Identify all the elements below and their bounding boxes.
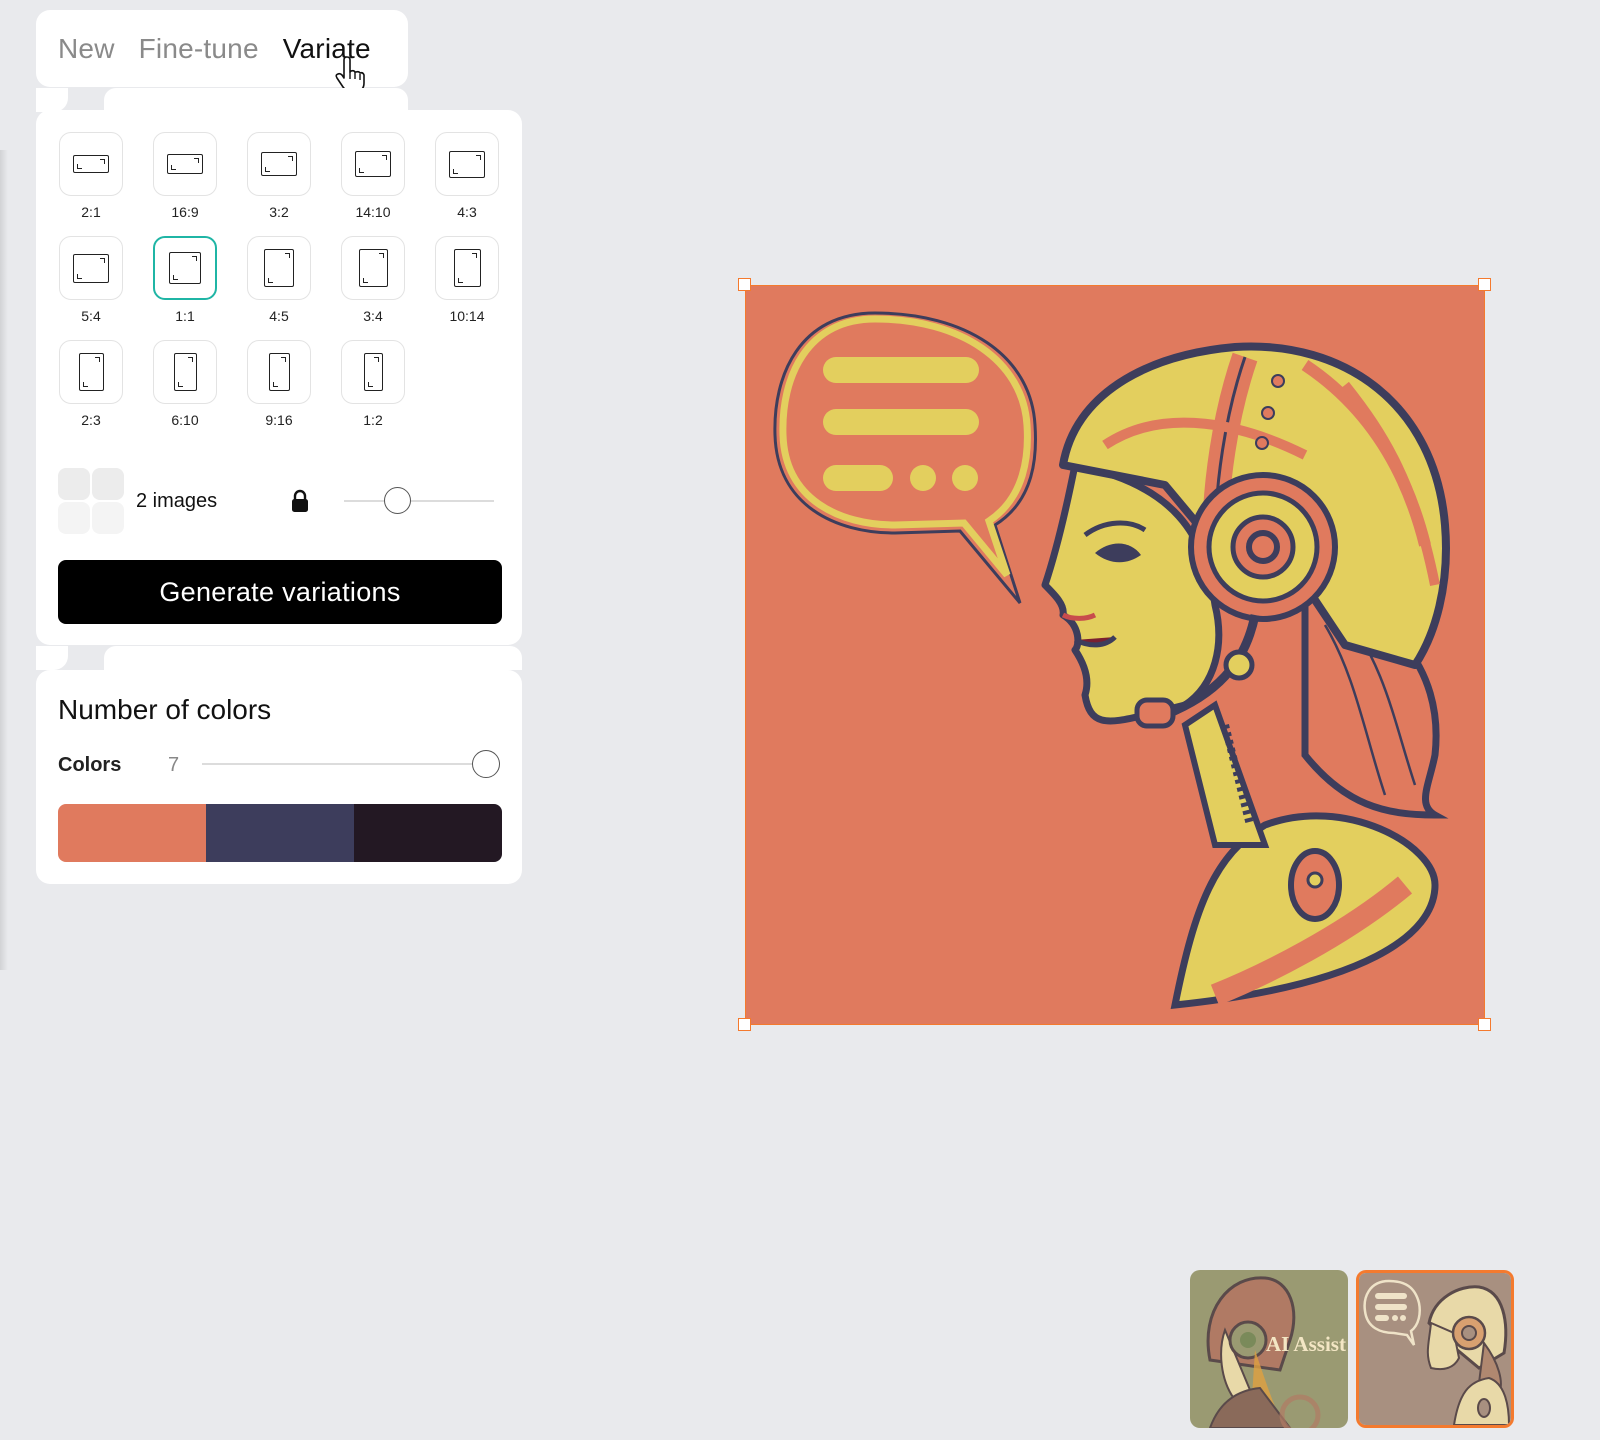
- image-count-row: 2 images: [58, 468, 500, 534]
- aspect-ratio-icon: [169, 252, 201, 284]
- aspect-ratio-label: 2:3: [81, 412, 101, 428]
- aspect-ratio-label: 4:3: [457, 204, 477, 220]
- aspect-ratio-option[interactable]: 10:14: [434, 236, 500, 326]
- aspect-ratio-icon: [449, 150, 485, 178]
- aspect-ratio-option[interactable]: 3:4: [340, 236, 406, 326]
- aspect-ratio-button[interactable]: [59, 340, 123, 404]
- aspect-ratio-icon: [363, 353, 383, 391]
- aspect-ratio-icon: [173, 353, 197, 391]
- generate-variations-button[interactable]: Generate variations: [58, 560, 502, 624]
- color-swatch[interactable]: [354, 804, 502, 862]
- tab-new[interactable]: New: [58, 33, 115, 65]
- aspect-ratio-label: 3:2: [269, 204, 289, 220]
- aspect-ratio-label: 16:9: [171, 204, 199, 220]
- aspect-ratio-grid: 2:1 16:9 3:2 14:10 4:3 5:4 1:1 4:5 3:4 10:14 2:3 6:…: [58, 132, 500, 430]
- aspect-ratio-button[interactable]: [435, 236, 499, 300]
- aspect-ratio-button[interactable]: [435, 132, 499, 196]
- aspect-ratio-label: 3:4: [363, 308, 383, 324]
- aspect-ratio-option[interactable]: 3:2: [246, 132, 312, 222]
- lock-icon[interactable]: [290, 489, 310, 513]
- aspect-ratio-button[interactable]: [341, 236, 405, 300]
- aspect-ratio-label: 6:10: [171, 412, 199, 428]
- aspect-ratio-label: 5:4: [81, 308, 101, 324]
- aspect-ratio-icon: [358, 249, 388, 287]
- image-count-slider-track[interactable]: [344, 500, 494, 502]
- pointer-cursor-icon: [335, 56, 365, 92]
- canvas-image[interactable]: [738, 278, 1491, 1031]
- resize-handle-bottom-right[interactable]: [1478, 1018, 1491, 1031]
- resize-handle-top-right[interactable]: [1478, 278, 1491, 291]
- thumbnail-illustration: [1359, 1273, 1511, 1425]
- aspect-ratio-icon: [453, 249, 481, 287]
- aspect-ratio-label: 10:14: [449, 308, 485, 324]
- aspect-ratio-icon: [73, 155, 109, 173]
- colors-slider-label: Colors: [58, 754, 122, 776]
- colors-slider-track[interactable]: [202, 763, 492, 765]
- aspect-ratio-label: 9:16: [265, 412, 293, 428]
- aspect-ratio-icon: [167, 154, 203, 174]
- aspect-ratio-button[interactable]: [153, 132, 217, 196]
- thumbnail-text: AI Assist: [1266, 1332, 1346, 1356]
- resize-handle-top-left[interactable]: [738, 278, 751, 291]
- panel-connector: [36, 646, 68, 670]
- colors-slider-thumb[interactable]: [472, 750, 500, 778]
- aspect-ratio-option[interactable]: 14:10: [340, 132, 406, 222]
- aspect-ratio-icon: [355, 151, 391, 177]
- variation-thumbnail-2-selected[interactable]: [1356, 1270, 1514, 1428]
- aspect-ratio-button[interactable]: [59, 236, 123, 300]
- colors-count-value: 7: [168, 754, 180, 776]
- aspect-ratio-option[interactable]: 1:1: [152, 236, 218, 326]
- aspect-ratio-option[interactable]: 9:16: [246, 340, 312, 430]
- aspect-ratio-label: 1:2: [363, 412, 383, 428]
- aspect-ratio-option[interactable]: 2:3: [58, 340, 124, 430]
- aspect-ratio-icon: [78, 353, 104, 391]
- left-edge-shadow: [0, 150, 8, 970]
- image-count-label: 2 images: [136, 490, 218, 512]
- aspect-ratio-label: 2:1: [81, 204, 101, 220]
- aspect-ratio-button[interactable]: [247, 132, 311, 196]
- aspect-ratio-button[interactable]: [59, 132, 123, 196]
- variation-thumbnail-1[interactable]: AI Assist: [1190, 1270, 1348, 1428]
- color-swatch[interactable]: [58, 804, 206, 862]
- panel-connector: [36, 88, 68, 112]
- aspect-ratio-button[interactable]: [341, 340, 405, 404]
- colors-panel-title: Number of colors: [58, 694, 272, 725]
- tab-fine-tune[interactable]: Fine-tune: [139, 33, 259, 65]
- aspect-ratio-button[interactable]: [341, 132, 405, 196]
- aspect-ratio-icon: [268, 353, 290, 391]
- robot-woman-headset-illustration: [745, 285, 1485, 1025]
- resize-handle-bottom-left[interactable]: [738, 1018, 751, 1031]
- aspect-ratio-option[interactable]: 6:10: [152, 340, 218, 430]
- aspect-ratio-option[interactable]: 16:9: [152, 132, 218, 222]
- aspect-ratio-label: 14:10: [355, 204, 391, 220]
- aspect-ratio-label: 1:1: [175, 308, 195, 324]
- aspect-ratio-button[interactable]: [153, 236, 217, 300]
- panel-connector: [104, 646, 522, 670]
- aspect-ratio-option[interactable]: 1:2: [340, 340, 406, 430]
- aspect-ratio-option[interactable]: 4:5: [246, 236, 312, 326]
- aspect-ratio-option[interactable]: 4:3: [434, 132, 500, 222]
- aspect-ratio-label: 4:5: [269, 308, 289, 324]
- aspect-ratio-icon: [73, 253, 109, 283]
- aspect-ratio-icon: [264, 249, 294, 287]
- aspect-ratio-option[interactable]: 5:4: [58, 236, 124, 326]
- colors-panel: Number of colors Colors 7: [36, 670, 522, 884]
- panel-connector: [104, 88, 408, 112]
- image-count-grid-icon: [58, 468, 124, 534]
- variate-panel: 2:1 16:9 3:2 14:10 4:3 5:4 1:1 4:5 3:4 10:14 2:3 6:…: [36, 110, 522, 645]
- aspect-ratio-button[interactable]: [247, 340, 311, 404]
- aspect-ratio-option[interactable]: 2:1: [58, 132, 124, 222]
- color-swatch[interactable]: [206, 804, 354, 862]
- color-swatches: [58, 804, 502, 862]
- aspect-ratio-button[interactable]: [153, 340, 217, 404]
- aspect-ratio-button[interactable]: [247, 236, 311, 300]
- aspect-ratio-icon: [261, 152, 297, 176]
- image-count-slider-thumb[interactable]: [384, 487, 411, 514]
